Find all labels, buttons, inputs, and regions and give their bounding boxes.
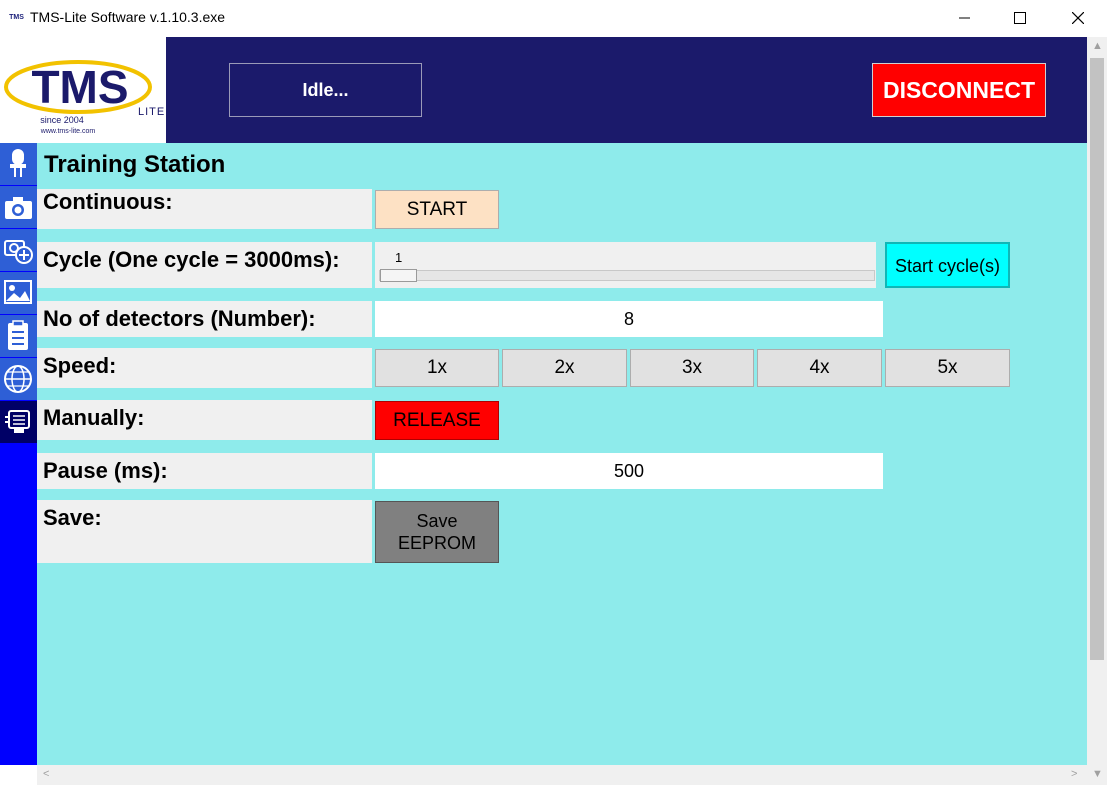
page-title: Training Station [44, 151, 226, 178]
save-eeprom-line2: EEPROM [397, 533, 476, 553]
training-station-panel: Training Station Continuous: START Cycle… [37, 143, 1087, 765]
minimize-button[interactable] [942, 0, 988, 37]
scroll-up-icon[interactable]: ▲ [1092, 40, 1103, 52]
detectors-field[interactable]: 8 [375, 301, 883, 337]
logo-graphic: TMS LITE since 2004 www.tms-lite.com [4, 60, 165, 135]
minimize-icon [959, 17, 970, 19]
svg-text:www.tms-lite.com: www.tms-lite.com [40, 128, 96, 135]
scroll-left-icon[interactable]: < [43, 768, 49, 780]
start-cycles-button[interactable]: Start cycle(s) [885, 242, 1010, 288]
save-label: Save: [37, 500, 372, 563]
globe-icon [4, 365, 32, 393]
image-icon [4, 280, 32, 304]
pause-field[interactable]: 500 [375, 453, 883, 489]
cycle-label: Cycle (One cycle = 3000ms): [37, 242, 372, 288]
clipboard-checklist-icon [8, 320, 28, 350]
sidebar-item-checklist[interactable] [0, 315, 37, 357]
cycle-slider-value: 1 [395, 250, 403, 265]
close-icon [1072, 12, 1084, 24]
speed-2x-button[interactable]: 2x [502, 349, 627, 387]
cycle-label-text: Cycle (One cycle = 3000ms): [43, 247, 340, 272]
sidebar-item-add-camera[interactable] [0, 229, 37, 271]
disconnect-button[interactable]: DISCONNECT [872, 63, 1046, 117]
svg-text:LITE: LITE [138, 106, 165, 118]
scroll-corner: ▼ [1087, 765, 1107, 785]
speed-4x-button[interactable]: 4x [757, 349, 882, 387]
pause-label: Pause (ms): [37, 453, 372, 489]
continuous-label: Continuous: [37, 189, 372, 229]
pause-label-text: Pause (ms): [43, 458, 168, 483]
save-label-text: Save: [43, 505, 102, 530]
maximize-button[interactable] [997, 0, 1043, 37]
detectors-label: No of detectors (Number): [37, 301, 372, 337]
sidebar-item-camera[interactable] [0, 186, 37, 228]
detectors-label-text: No of detectors (Number): [43, 306, 316, 331]
save-eeprom-button[interactable]: Save EEPROM [375, 501, 499, 563]
tms-lite-logo: TMS LITE since 2004 www.tms-lite.com [0, 37, 166, 143]
sidebar-item-sensor[interactable] [0, 143, 37, 185]
manually-label: Manually: [37, 400, 372, 440]
speed-label: Speed: [37, 348, 372, 388]
speed-5x-button[interactable]: 5x [885, 349, 1010, 387]
scroll-right-icon[interactable]: > [1071, 768, 1077, 780]
start-button[interactable]: START [375, 190, 499, 229]
svg-text:since 2004: since 2004 [40, 115, 84, 125]
vertical-scroll-thumb[interactable] [1090, 58, 1104, 660]
add-camera-icon [4, 240, 33, 264]
camera-icon [5, 197, 32, 219]
save-eeprom-line1: Save [416, 511, 458, 531]
cycle-slider[interactable]: 1 [375, 242, 876, 288]
maximize-icon [1014, 12, 1026, 24]
sidebar [0, 143, 37, 765]
sidebar-item-monitor[interactable] [0, 401, 37, 443]
app-icon: TMS [9, 14, 24, 21]
speed-3x-button[interactable]: 3x [630, 349, 754, 387]
sidebar-item-image[interactable] [0, 272, 37, 314]
status-display: Idle... [229, 63, 422, 117]
scroll-down-icon[interactable]: ▼ [1092, 768, 1103, 780]
release-button[interactable]: RELEASE [375, 401, 499, 440]
cycle-slider-track[interactable] [379, 270, 875, 281]
sidebar-item-globe[interactable] [0, 358, 37, 400]
window-title: TMS-Lite Software v.1.10.3.exe [30, 9, 226, 25]
speed-label-text: Speed: [43, 353, 117, 378]
continuous-label-text: Continuous: [43, 189, 173, 214]
cycle-slider-thumb[interactable] [380, 269, 417, 282]
title-bar: TMS TMS-Lite Software v.1.10.3.exe [0, 0, 1107, 37]
header-bar: TMS LITE since 2004 www.tms-lite.com Idl… [0, 37, 1087, 143]
monitor-icon [5, 410, 30, 433]
close-button[interactable] [1055, 0, 1101, 37]
sensor-icon [10, 149, 26, 177]
svg-text:TMS: TMS [31, 61, 128, 113]
manually-label-text: Manually: [43, 405, 145, 430]
speed-1x-button[interactable]: 1x [375, 349, 499, 387]
horizontal-scrollbar[interactable]: < > [37, 765, 1087, 785]
